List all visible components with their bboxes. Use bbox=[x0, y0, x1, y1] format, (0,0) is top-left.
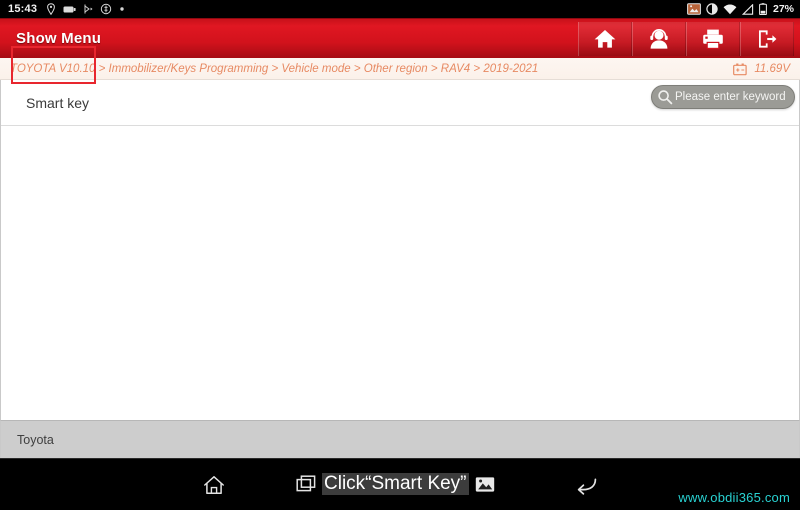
app-title-bar: Show Menu bbox=[0, 18, 800, 58]
home-outline-icon bbox=[204, 476, 224, 494]
site-watermark: www.obdii365.com bbox=[678, 490, 790, 505]
home-button[interactable] bbox=[578, 22, 632, 56]
exit-button[interactable] bbox=[740, 22, 794, 56]
wifi-icon bbox=[723, 4, 737, 14]
status-bar-left-icons bbox=[46, 3, 125, 15]
home-icon bbox=[594, 30, 616, 48]
capsule-icon bbox=[63, 6, 76, 12]
bluetooth-wave-icon bbox=[84, 4, 93, 14]
battery-percent-label: 27% bbox=[772, 3, 794, 15]
footer-vehicle-label: Toyota bbox=[17, 432, 54, 447]
exit-door-icon bbox=[759, 30, 777, 48]
battery-voltage-icon bbox=[733, 63, 748, 75]
nav-back-button[interactable] bbox=[575, 476, 599, 501]
recents-squares-icon[interactable] bbox=[296, 475, 316, 493]
battery-icon bbox=[759, 3, 767, 15]
support-button[interactable] bbox=[632, 22, 686, 56]
search-icon bbox=[658, 90, 673, 105]
back-arrow-icon bbox=[577, 478, 597, 495]
signal-icon bbox=[741, 3, 754, 15]
menu-content-area: Smart key bbox=[0, 80, 800, 420]
instruction-overlay-text: Click“Smart Key” bbox=[322, 473, 469, 495]
print-button[interactable] bbox=[686, 22, 740, 56]
voltage-value: 11.69V bbox=[754, 63, 790, 75]
image-icon[interactable] bbox=[475, 476, 495, 493]
search-placeholder: Please enter keyword bbox=[675, 91, 786, 103]
screenshot-icon bbox=[687, 3, 701, 15]
headset-person-icon bbox=[650, 29, 668, 49]
nav-center-group: Click“Smart Key” bbox=[296, 473, 495, 495]
breadcrumb-bar: TOYOTA V10.10 > Immobilizer/Keys Program… bbox=[0, 58, 800, 80]
page-title: Show Menu bbox=[16, 30, 102, 47]
circle-dollar-icon bbox=[100, 3, 112, 15]
status-bar-right-icons: 27% bbox=[687, 3, 794, 15]
app-root: 15:43 27% Show Menu TOYOTA V10.10 > Immo… bbox=[0, 0, 800, 510]
search-input[interactable]: Please enter keyword bbox=[651, 85, 795, 109]
dot-icon bbox=[120, 7, 124, 11]
status-bar-clock: 15:43 bbox=[8, 3, 38, 15]
footer-bar: Toyota bbox=[0, 420, 800, 458]
nav-home-button[interactable] bbox=[203, 475, 225, 500]
breadcrumb: TOYOTA V10.10 > Immobilizer/Keys Program… bbox=[10, 62, 539, 75]
printer-icon bbox=[703, 29, 723, 49]
do-not-disturb-icon bbox=[706, 3, 718, 15]
title-bar-button-group bbox=[578, 22, 794, 56]
location-pin-icon bbox=[47, 3, 56, 15]
android-status-bar: 15:43 27% bbox=[0, 0, 800, 18]
menu-item-smart-key[interactable]: Smart key bbox=[15, 90, 100, 116]
voltage-indicator: 11.69V bbox=[733, 58, 790, 80]
